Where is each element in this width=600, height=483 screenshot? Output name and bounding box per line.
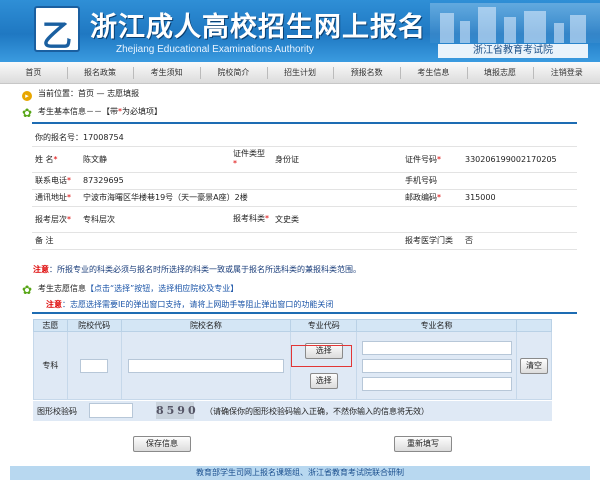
idno-value: 330206199002170205 (462, 146, 578, 173)
captcha-hint: （请确保你的图形校验码输入正确，不然你输入的信息将无效） (205, 407, 429, 416)
student-info-table: 你的报名号：17008754 姓 名* 陈文静 证件类型 * 身份证 证件号码* … (32, 129, 578, 250)
note1-prefix: 注意 (33, 265, 49, 274)
breadcrumb-current: 志愿填报 (107, 89, 140, 98)
nav-colleges[interactable]: 院校简介 (200, 62, 267, 83)
clear-button[interactable]: 清空 (520, 357, 548, 374)
footer: 教育部学生司网上报名课题组、浙江省教育考试院联合研制 (10, 466, 590, 480)
col-college-code: 院校代码 (66, 319, 122, 332)
selection-highlight (291, 345, 352, 367)
wish-level-label: 专科 (33, 331, 68, 400)
breadcrumb-prefix: 当前位置：首页 — (38, 89, 108, 98)
popup-note: 注意：志愿选择需要IE的弹出窗口支持，请将上网助手等阻止弹出窗口的功能关闭 (46, 299, 333, 310)
college-name-input[interactable] (127, 358, 284, 373)
nav-fill-wish[interactable]: 填报志愿 (466, 62, 534, 83)
mobile-label: 手机号码 (402, 172, 462, 190)
subject-note: 注意：所报专业的科类必须与报名时所选择的科类一致或属于报名所选科类的兼报科类范围… (33, 264, 361, 275)
table-row: 你的报名号：17008754 (32, 129, 578, 147)
nav-prereg[interactable]: 预报名数 (333, 62, 400, 83)
col-college-name: 院校名称 (120, 319, 292, 332)
col-major-name: 专业名称 (356, 319, 518, 332)
main-nav: 首页 报名政策 考生须知 院校简介 招生计划 预报名数 考生信息 填报志愿 注销… (0, 62, 600, 84)
wish-heading: ✿ 考生志愿信息【点击“选择”按钮，选择相应院校及专业】 (22, 281, 578, 297)
idtype-value: 身份证 (272, 146, 402, 173)
postcode-label: 邮政编码 (405, 193, 437, 202)
table-row: 报考层次* 专科层次 报考科类* 文史类 (32, 206, 578, 233)
remark-label: 备 注 (32, 232, 80, 250)
medical-value: 否 (462, 232, 578, 250)
phone-value: 87329695 (80, 172, 402, 190)
reset-button[interactable]: 重新填写 (394, 436, 452, 452)
section-divider (32, 122, 577, 124)
breadcrumb: ▸ 当前位置：首页 — 志愿填报 (22, 87, 139, 101)
captcha-input[interactable] (89, 403, 133, 418)
select-button-2[interactable]: 选择 (309, 372, 338, 389)
save-button[interactable]: 保存信息 (133, 436, 191, 452)
header-banner: 乙 浙江成人高校招生网上报名 Zhejiang Educational Exam… (0, 0, 600, 62)
note1-text: ：所报专业的科类必须与报名时所选择的科类一致或属于报名所选科类的兼报科类范围。 (49, 265, 361, 274)
major-name-input-3[interactable] (361, 376, 512, 391)
logo-mark: 乙 (42, 19, 72, 54)
basic-info-title: 考生基本信息－－【带 (38, 107, 118, 116)
regno-label: 你的报名号： (35, 132, 83, 142)
col-major-code: 专业代码 (290, 319, 358, 332)
table-row: 备 注 报考医学门类 否 (32, 232, 578, 250)
level-label: 报考层次 (35, 214, 67, 224)
nav-notice[interactable]: 考生须知 (133, 62, 200, 83)
subject-label: 报考科类 (233, 214, 265, 223)
nav-policy[interactable]: 报名政策 (66, 62, 134, 83)
site-title: 浙江成人高校招生网上报名 (90, 12, 426, 43)
major-name-input-2[interactable] (361, 358, 512, 373)
major-name-input-1[interactable] (361, 340, 512, 355)
name-value: 陈文静 (80, 146, 230, 173)
col-wish: 志愿 (33, 319, 68, 332)
address-value: 宁波市海曙区华楼巷19号（天一豪景A座）2楼 (80, 189, 402, 207)
medical-label: 报考医学门类 (402, 232, 462, 250)
basic-info-heading: ✿ 考生基本信息－－【带*为必填项】 (22, 104, 578, 120)
nav-student-info[interactable]: 考生信息 (400, 62, 467, 83)
name-label: 姓 名 (35, 154, 54, 164)
captcha-label: 图形校验码 (37, 407, 77, 416)
building-illustration (430, 3, 600, 43)
subject-value: 文史类 (272, 206, 578, 233)
remark-value (80, 232, 402, 250)
address-label: 通讯地址 (35, 193, 67, 202)
table-row: 联系电话* 87329695 手机号码 (32, 172, 578, 190)
wish-title-hint: 【点击“选择”按钮，选择相应院校及专业】 (86, 284, 239, 293)
idno-label: 证件号码 (405, 154, 437, 164)
table-row: 姓 名* 陈文静 证件类型 * 身份证 证件号码* 330206199002170… (32, 146, 578, 173)
leaf-icon: ✿ (22, 106, 33, 120)
table-header-row: 志愿 院校代码 院校名称 专业代码 专业名称 (33, 319, 552, 332)
section-divider (32, 312, 577, 314)
authority-label: 浙江省教育考试院 (438, 44, 588, 58)
level-value: 专科层次 (80, 206, 230, 233)
captcha-image: 8590 (156, 402, 199, 419)
phone-label: 联系电话 (35, 176, 67, 185)
college-code-input[interactable] (80, 358, 109, 373)
site-subtitle: Zhejiang Educational Examinations Author… (116, 44, 314, 55)
regno-value: 17008754 (83, 132, 124, 142)
nav-home[interactable]: 首页 (0, 62, 67, 83)
postcode-value: 315000 (462, 189, 578, 207)
mobile-value (462, 172, 578, 190)
note2-text: ：志愿选择需要IE的弹出窗口支持，请将上网助手等阻止弹出窗口的功能关闭 (62, 300, 334, 309)
basic-info-title-tail: 为必填项】 (122, 107, 162, 116)
idtype-label: 证件类型 (233, 149, 265, 158)
leaf-icon: ✿ (22, 283, 33, 297)
captcha-row: 图形校验码 8590 （请确保你的图形校验码输入正确，不然你输入的信息将无效） (33, 401, 552, 421)
logo: 乙 (34, 6, 80, 54)
location-icon: ▸ (22, 91, 32, 101)
note2-prefix: 注意 (46, 300, 62, 309)
wish-title: 考生志愿信息 (38, 284, 86, 293)
nav-logout[interactable]: 注销登录 (533, 62, 600, 83)
nav-plan[interactable]: 招生计划 (266, 62, 334, 83)
table-row: 通讯地址* 宁波市海曙区华楼巷19号（天一豪景A座）2楼 邮政编码* 31500… (32, 189, 578, 207)
